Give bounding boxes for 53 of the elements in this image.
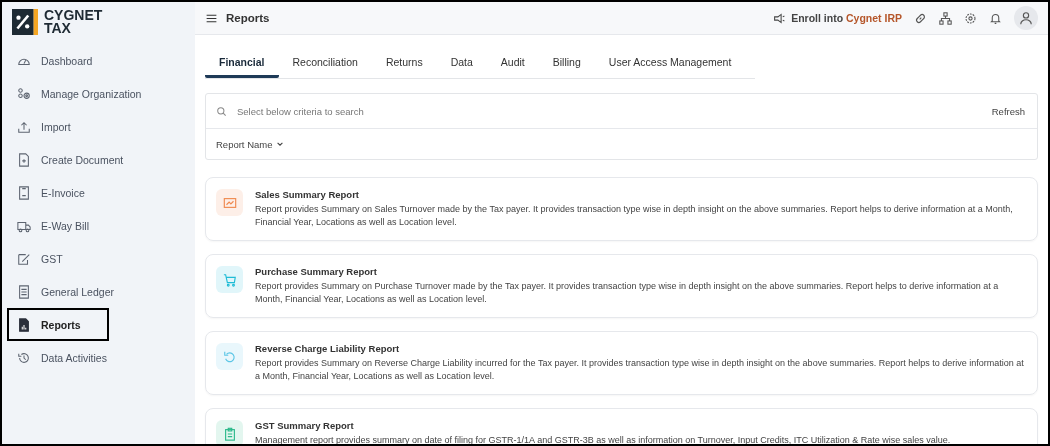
upload-icon [17, 119, 31, 134]
bell-icon[interactable] [989, 11, 1002, 25]
refresh-button[interactable]: Refresh [989, 103, 1027, 119]
logo-text: CYGNET [44, 9, 103, 22]
tab[interactable]: Audit [486, 51, 539, 78]
report-name-dropdown[interactable]: Report Name [216, 136, 284, 152]
enroll-link[interactable]: Enroll into Cygnet IRP [773, 11, 902, 25]
tab[interactable]: Billing [538, 51, 595, 78]
invoice-icon [17, 185, 31, 200]
report-description: Management report provides summary on date of filing for GSTR-1/1A and GSTR-3B as well as information on Turnover, Input Credits, ITC Utilization & Rate wise sales value. [255, 434, 951, 444]
report-icon [17, 317, 31, 332]
history-icon [17, 350, 31, 365]
page-title: Reports [226, 12, 270, 24]
network-icon[interactable] [939, 11, 952, 25]
sidebar-item[interactable]: Reports [7, 308, 109, 341]
logo-icon [12, 7, 38, 37]
doc-icon [17, 152, 31, 167]
sidebar-item[interactable]: General Ledger [7, 275, 124, 308]
logo-text: TAX [44, 22, 72, 35]
report-title: Reverse Charge Liability Report [255, 343, 401, 354]
edit-icon [17, 251, 31, 266]
tab[interactable]: Reconciliation [278, 51, 372, 78]
tab[interactable]: Returns [371, 51, 437, 78]
report-description: Report provides Summary on Sales Turnover made by the Tax payer. It provides transaction type wise in depth insight on the above summaries. Report helps to derive information at a Month, Financial Year, Locations as well as Location level. [255, 203, 1014, 229]
people-icon [17, 86, 31, 101]
report-card[interactable] [205, 254, 1038, 318]
report-title: Sales Summary Report [255, 189, 360, 200]
report-card[interactable] [205, 331, 1038, 395]
report-title: GST Summary Report [255, 420, 355, 431]
report-title: Purchase Summary Report [255, 266, 378, 277]
megaphone-icon [773, 11, 787, 25]
search-field[interactable]: Select below criteria to search [235, 104, 990, 118]
report-card[interactable]: GST Summary Report Management report provides summary on date of filing for GSTR-1/1A and GSTR-3B as well as information on Turnover, Input Credits, ITC Utilization & Rate wise sales value. [205, 408, 1038, 444]
sidebar-item[interactable]: GST [7, 242, 109, 275]
search-icon [216, 105, 227, 117]
sidebar-item[interactable]: E-Invoice [7, 176, 109, 209]
tab[interactable]: Data [436, 51, 487, 78]
sidebar-item[interactable]: Manage Organization [7, 77, 152, 110]
sidebar-item[interactable]: Create Document [7, 143, 134, 176]
ledger-icon [17, 284, 31, 299]
sidebar-item[interactable]: Import [7, 110, 109, 143]
settings-icon[interactable] [964, 11, 977, 25]
report-description: Report provides Summary on Reverse Charge Liability incurred for the Tax payer. It provides transaction type wise in depth insight on the above summaries. Report helps to derive information at a Month, Financial Year, Locations as well as Location level. [255, 357, 1025, 383]
report-description: Report provides Summary on Purchase Turnover made by the Tax payer. It provides transaction type wise in depth insight on the above summaries. Report helps to derive information at a Month, Financial Year, Locations as well as Location level. [255, 280, 1000, 306]
chevron-down-icon [275, 140, 284, 148]
sidebar-item[interactable]: E-Way Bill [7, 209, 109, 242]
link-icon[interactable] [914, 11, 927, 25]
report-card[interactable] [205, 177, 1038, 241]
tab[interactable]: User Access Management [594, 51, 746, 78]
avatar[interactable] [1014, 6, 1038, 30]
sidebar-item[interactable]: Dashboard [7, 44, 109, 77]
sidebar-item[interactable]: Data Activities [7, 341, 117, 374]
tab[interactable]: Financial [205, 51, 279, 78]
